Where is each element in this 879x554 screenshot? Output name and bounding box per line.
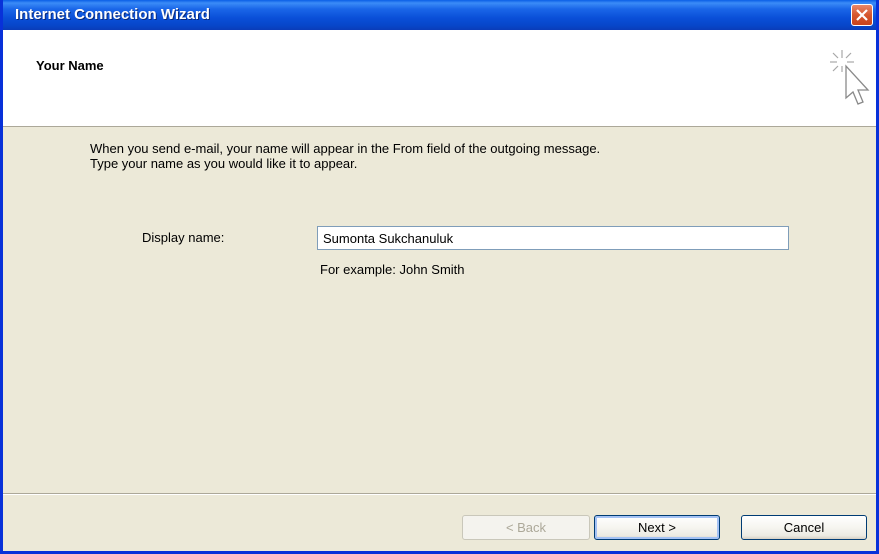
wizard-header: Your Name — [3, 30, 876, 127]
close-button[interactable] — [851, 4, 873, 26]
close-icon — [856, 9, 868, 21]
back-button[interactable]: < Back — [462, 515, 590, 540]
next-button[interactable]: Next > — [594, 515, 720, 540]
description: When you send e-mail, your name will app… — [90, 141, 600, 171]
description-line-2: Type your name as you would like it to a… — [90, 156, 358, 171]
page-title: Your Name — [36, 58, 104, 73]
display-name-input[interactable] — [317, 226, 789, 250]
window-title: Internet Connection Wizard — [15, 6, 210, 23]
display-name-label: Display name: — [142, 230, 225, 245]
example-text: For example: John Smith — [320, 262, 465, 277]
footer-divider — [3, 493, 876, 495]
wizard-window: Internet Connection Wizard Your Name Whe… — [0, 0, 879, 554]
wizard-cursor-icon — [830, 50, 870, 105]
description-line-1: When you send e-mail, your name will app… — [90, 141, 601, 156]
title-bar[interactable]: Internet Connection Wizard — [3, 0, 876, 30]
cancel-button[interactable]: Cancel — [741, 515, 867, 540]
